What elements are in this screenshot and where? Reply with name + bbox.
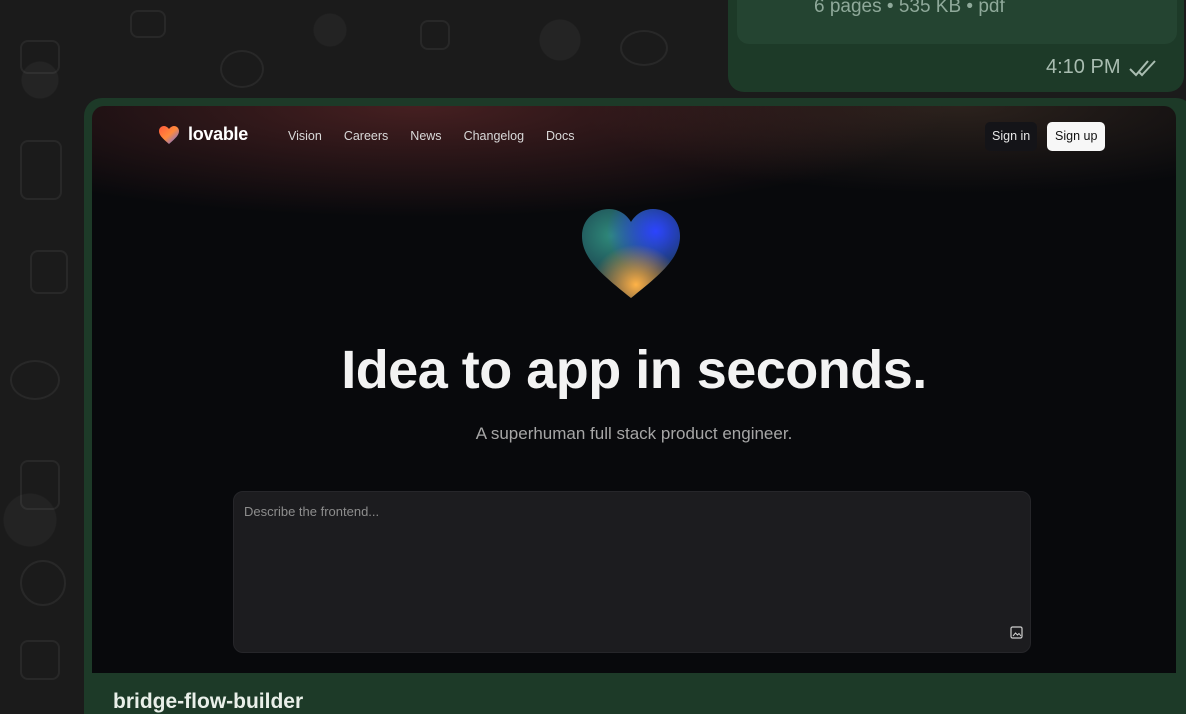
site-navbar: lovable Vision Careers News Changelog Do…	[92, 106, 1176, 168]
nav-link-docs[interactable]: Docs	[546, 129, 574, 143]
website-screenshot[interactable]: lovable Vision Careers News Changelog Do…	[92, 106, 1176, 673]
sign-in-button[interactable]: Sign in	[985, 122, 1038, 151]
hero-subtitle: A superhuman full stack product engineer…	[475, 424, 793, 443]
document-meta: 6 pages • 535 KB • pdf	[814, 0, 1005, 17]
nav-link-careers[interactable]: Careers	[344, 129, 388, 143]
site-nav-links: Vision Careers News Changelog Docs	[288, 129, 575, 143]
brand-name: lovable	[188, 124, 248, 144]
hero-title: Idea to app in seconds.	[341, 340, 927, 400]
prompt-input[interactable]	[244, 504, 1004, 624]
nav-link-changelog[interactable]: Changelog	[464, 129, 524, 143]
heart-logo-icon	[159, 125, 179, 144]
hero-heart-icon	[582, 209, 680, 298]
image-attach-icon[interactable]	[1010, 626, 1023, 639]
double-check-icon	[1129, 59, 1157, 76]
message-time-row: 4:10 PM	[1046, 56, 1158, 79]
nav-link-news[interactable]: News	[410, 129, 441, 143]
site-logo[interactable]: lovable	[158, 124, 248, 145]
nav-link-vision[interactable]: Vision	[288, 129, 322, 143]
prompt-box	[233, 491, 1031, 653]
image-caption: bridge-flow-builder	[113, 690, 304, 713]
message-time: 4:10 PM	[1046, 56, 1121, 78]
sign-up-button[interactable]: Sign up	[1047, 122, 1106, 151]
